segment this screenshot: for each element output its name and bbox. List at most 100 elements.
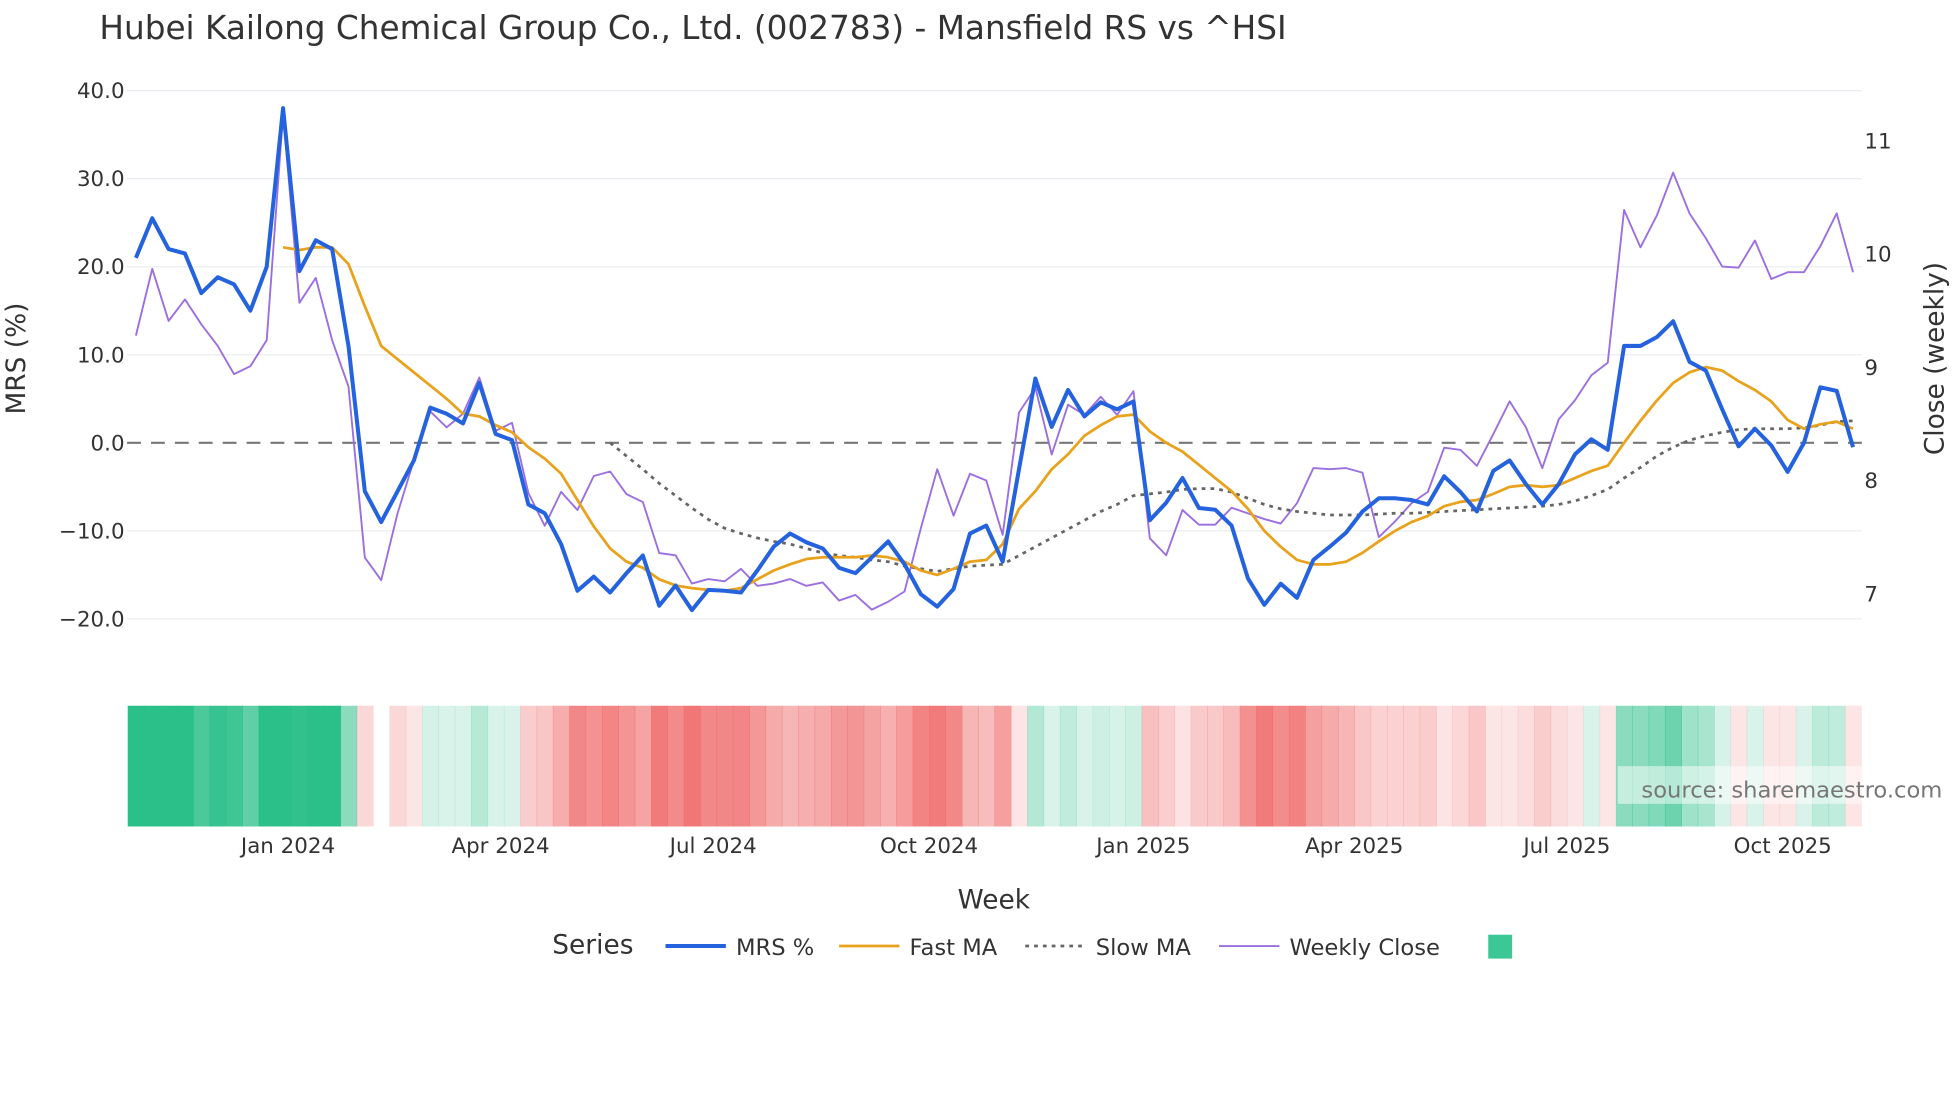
y2-tick-label: 9 xyxy=(1864,356,1878,381)
heatmap-cell xyxy=(1583,705,1601,827)
heatmap-cell xyxy=(503,705,521,827)
heatmap-cell xyxy=(978,705,996,827)
heatmap-cell xyxy=(1419,705,1437,827)
heatmap-cell xyxy=(1239,705,1257,827)
heatmap-cell xyxy=(798,705,816,827)
fast-ma-line xyxy=(282,245,1854,593)
y2-tick-label: 7 xyxy=(1864,582,1878,607)
heatmap-cell xyxy=(781,705,799,827)
chart-title: Hubei Kailong Chemical Group Co., Ltd. (… xyxy=(99,9,1286,47)
mrs-chart: Hubei Kailong Chemical Group Co., Ltd. (… xyxy=(1,9,1950,961)
heatmap-cell xyxy=(1108,705,1126,827)
heatmap-cell xyxy=(307,705,325,827)
heatmap-cell xyxy=(945,705,963,827)
y-tick-label: 30.0 xyxy=(77,167,125,192)
heatmap-cell xyxy=(1305,705,1323,827)
heatmap-cell xyxy=(405,705,423,827)
legend-label: Slow MA xyxy=(1096,935,1192,961)
y-axis-title: MRS (%) xyxy=(1,303,32,415)
heatmap-cell xyxy=(700,705,718,827)
heatmap-cell xyxy=(536,705,554,827)
heatmap-cell xyxy=(1354,705,1372,827)
y2-tick-label: 11 xyxy=(1864,129,1891,154)
x-tick-label: Jul 2025 xyxy=(1521,834,1610,859)
heatmap-cell xyxy=(160,705,178,827)
legend-heatmap-swatch xyxy=(1488,934,1513,959)
y-tick-label: −10.0 xyxy=(59,519,125,544)
heatmap-cell xyxy=(847,705,865,827)
plot-series xyxy=(134,106,1855,613)
heatmap-cell xyxy=(1599,705,1617,827)
heatmap-cell xyxy=(389,705,407,827)
heatmap-cell xyxy=(732,705,750,827)
legend-label: Weekly Close xyxy=(1289,935,1440,961)
source-label: source: sharemaestro.com xyxy=(1641,778,1942,804)
heatmap-cell xyxy=(1059,705,1077,827)
heatmap-cell xyxy=(258,705,276,827)
x-tick-label: Jan 2024 xyxy=(239,834,335,859)
heatmap-cell xyxy=(585,705,603,827)
legend-item-fast-ma: Fast MA xyxy=(839,935,998,961)
legend-item-mrs: MRS % xyxy=(665,935,814,961)
y-tick-label: 10.0 xyxy=(77,343,125,368)
heatmap-cell xyxy=(520,705,538,827)
heatmap-cell xyxy=(356,705,374,827)
y-tick-label: −20.0 xyxy=(59,607,125,632)
heatmap-cell xyxy=(1403,705,1421,827)
heatmap-cell xyxy=(749,705,767,827)
heatmap-cell xyxy=(994,705,1012,827)
heatmap-cell xyxy=(1158,705,1175,827)
heatmap-cell xyxy=(242,705,260,827)
left-axis-ticks: 40.0 30.0 20.0 10.0 0.0 −10.0 −20.0 xyxy=(59,79,125,632)
heatmap-cell xyxy=(471,705,489,827)
heatmap-cell xyxy=(830,705,848,827)
x-tick-label: Oct 2024 xyxy=(880,834,978,859)
heatmap-cell xyxy=(176,705,194,827)
heatmap-cell xyxy=(1125,705,1143,827)
legend-label: MRS % xyxy=(736,935,814,961)
heatmap-cell xyxy=(634,705,652,827)
heatmap-cell xyxy=(1321,705,1339,827)
heatmap-cell xyxy=(1010,705,1028,827)
heatmap-cell xyxy=(961,705,979,827)
x-tick-label: Jul 2024 xyxy=(668,834,757,859)
heatmap-cell xyxy=(1468,705,1486,827)
heatmap-cell xyxy=(487,705,505,827)
x-tick-label: Apr 2025 xyxy=(1305,834,1403,859)
heatmap-cell xyxy=(1370,705,1388,827)
legend-title: Series xyxy=(552,930,633,961)
heatmap-cell xyxy=(1223,705,1241,827)
heatmap-cell xyxy=(1501,705,1519,827)
heatmap-cell xyxy=(552,705,570,827)
heatmap-cell xyxy=(896,705,914,827)
heatmap-cell xyxy=(193,705,211,827)
y2-tick-label: 10 xyxy=(1864,243,1891,268)
heatmap-cell xyxy=(438,705,456,827)
heatmap-cell xyxy=(879,705,897,827)
legend-item-weekly-close: Weekly Close xyxy=(1219,935,1440,961)
heatmap-cell xyxy=(1452,705,1470,827)
heatmap-cell xyxy=(1534,705,1552,827)
heatmap-cell xyxy=(1043,705,1061,827)
heatmap-cell xyxy=(1256,705,1274,827)
heatmap-cell xyxy=(929,705,947,827)
heatmap-cell xyxy=(323,705,341,827)
heatmap-cell xyxy=(1076,705,1094,827)
heatmap-cell xyxy=(127,705,145,827)
x-axis-ticks: Jan 2024 Apr 2024 Jul 2024 Oct 2024 Jan 2025… xyxy=(239,834,1832,859)
heatmap-cell xyxy=(1386,705,1404,827)
heatmap-cell xyxy=(1485,705,1503,827)
heatmap-cell xyxy=(291,705,309,827)
heatmap-cell xyxy=(422,705,440,827)
heatmap-cell xyxy=(1272,705,1290,827)
heatmap-cell xyxy=(716,705,734,827)
weekly-close-line xyxy=(134,112,1854,611)
y-tick-label: 20.0 xyxy=(77,255,125,280)
heatmap-cell xyxy=(601,705,619,827)
heatmap-cell xyxy=(1190,705,1208,827)
heatmap-cell xyxy=(1141,705,1159,827)
y2-tick-label: 8 xyxy=(1864,469,1878,494)
heatmap-cell xyxy=(1207,705,1225,827)
heatmap-cell xyxy=(274,705,292,827)
x-tick-label: Jan 2025 xyxy=(1094,834,1190,859)
